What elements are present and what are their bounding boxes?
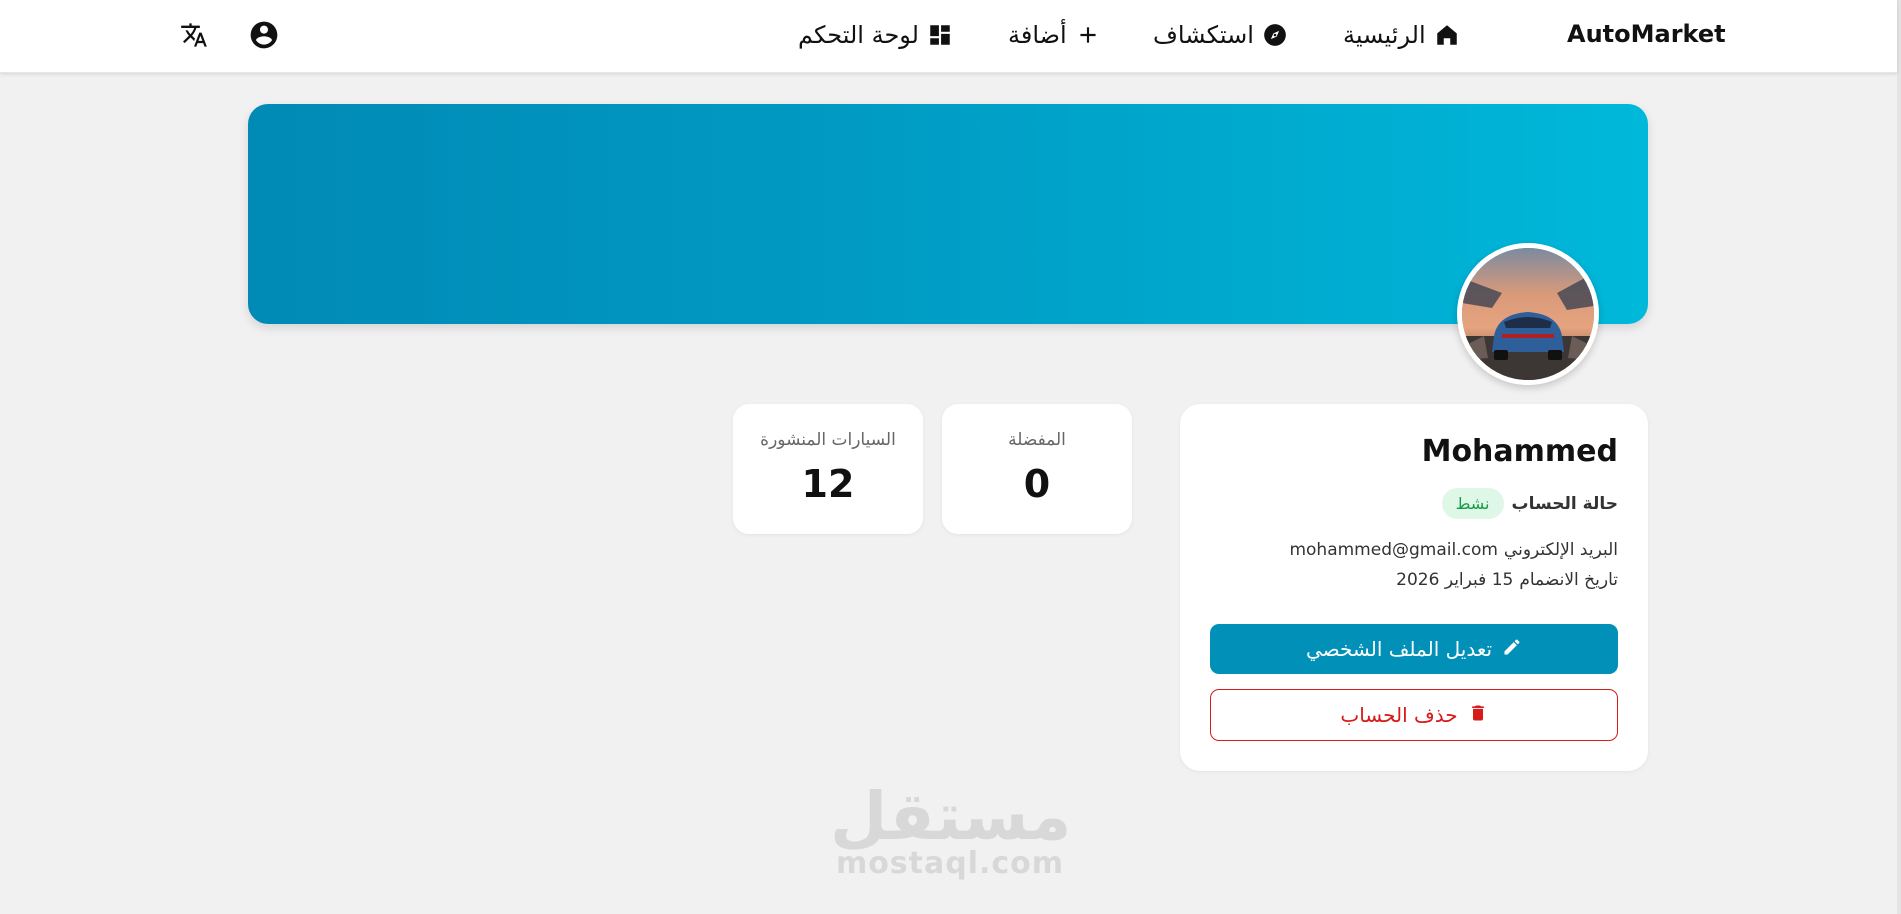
status-label: حالة الحساب xyxy=(1511,493,1618,514)
trash-icon xyxy=(1468,703,1488,728)
favorites-label: المفضلة xyxy=(1008,430,1066,450)
join-label: تاريخ الانضمام xyxy=(1519,570,1618,590)
status-badge: نشط xyxy=(1441,488,1504,519)
join-date-row: تاريخ الانضمام 15 فبراير 2026 xyxy=(1396,570,1618,590)
cover-banner xyxy=(248,104,1648,324)
delete-account-button[interactable]: حذف الحساب xyxy=(1210,689,1618,741)
top-navbar: لوحة التحكم أضافة استكشاف الرئيسية AutoM… xyxy=(0,0,1897,73)
nav-explore-label: استكشاف xyxy=(1153,21,1254,49)
compass-icon xyxy=(1262,22,1288,48)
account-status-row: حالة الحساب نشط xyxy=(1441,488,1618,519)
edit-profile-button[interactable]: تعديل الملف الشخصي xyxy=(1210,624,1618,674)
nav-home-label: الرئيسية xyxy=(1343,21,1426,49)
nav-home[interactable]: الرئيسية xyxy=(1343,20,1460,50)
edit-icon xyxy=(1502,637,1522,662)
scrollbar-track[interactable] xyxy=(1897,0,1901,914)
account-circle-icon[interactable] xyxy=(248,19,280,51)
nav-add-label: أضافة xyxy=(1008,21,1067,49)
published-cars-stat-card[interactable]: السيارات المنشورة 12 xyxy=(733,404,923,534)
join-value: 15 فبراير 2026 xyxy=(1396,570,1514,590)
email-row: البريد الإلكتروني mohammed@gmail.com xyxy=(1289,540,1618,560)
delete-account-label: حذف الحساب xyxy=(1340,703,1458,727)
translate-icon[interactable] xyxy=(178,19,210,51)
email-value: mohammed@gmail.com xyxy=(1289,540,1498,560)
published-cars-count: 12 xyxy=(801,462,855,506)
nav-explore[interactable]: استكشاف xyxy=(1153,20,1288,50)
published-cars-label: السيارات المنشورة xyxy=(760,430,896,450)
nav-add[interactable]: أضافة xyxy=(1008,20,1101,50)
watermark-latin: mostaql.com xyxy=(835,846,1065,881)
watermark-arabic: مستقل xyxy=(830,778,1072,855)
home-icon xyxy=(1434,22,1460,48)
favorites-count: 0 xyxy=(1023,462,1051,506)
nav-dashboard-label: لوحة التحكم xyxy=(798,21,919,49)
brand-logo[interactable]: AutoMarket xyxy=(1567,20,1726,48)
profile-card: Mohammed حالة الحساب نشط البريد الإلكترو… xyxy=(1180,404,1648,771)
avatar[interactable] xyxy=(1457,243,1599,385)
plus-icon xyxy=(1075,22,1101,48)
edit-profile-label: تعديل الملف الشخصي xyxy=(1305,637,1493,661)
dashboard-icon xyxy=(927,22,953,48)
mostaql-watermark: مستقل mostaql.com xyxy=(830,778,1072,882)
favorites-stat-card[interactable]: المفضلة 0 xyxy=(942,404,1132,534)
email-label: البريد الإلكتروني xyxy=(1503,540,1618,560)
avatar-car-photo xyxy=(1462,248,1594,380)
user-name: Mohammed xyxy=(1421,434,1618,469)
nav-dashboard[interactable]: لوحة التحكم xyxy=(798,20,953,50)
